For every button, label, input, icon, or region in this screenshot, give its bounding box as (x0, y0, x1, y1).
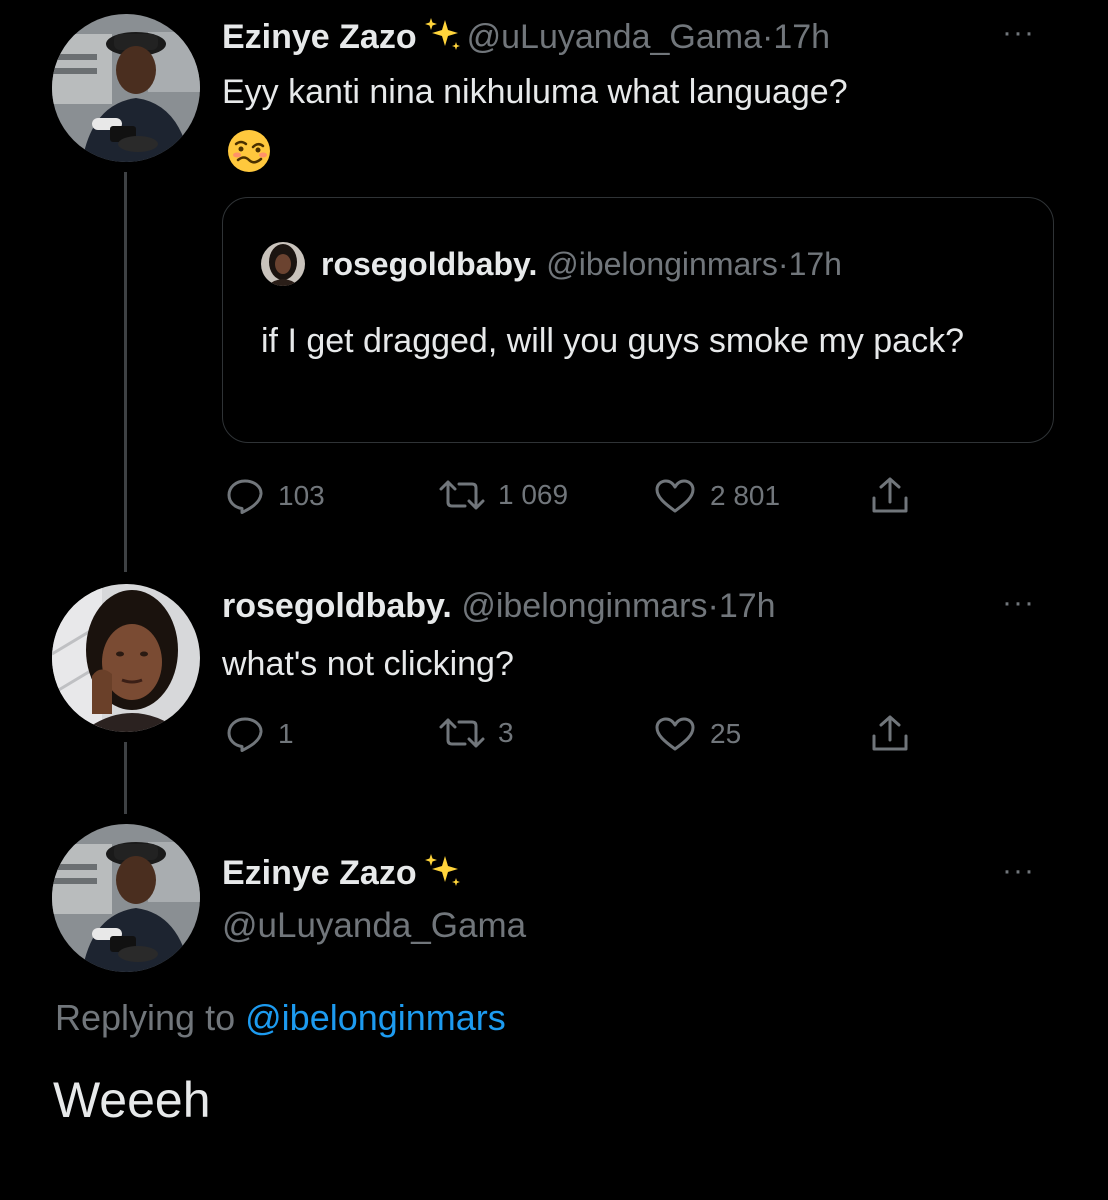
sparkles-icon (423, 16, 463, 61)
timestamp[interactable]: 17h (719, 587, 776, 625)
quoted-timestamp[interactable]: 17h (789, 246, 842, 282)
replying-mention-link[interactable]: @ibelonginmars (245, 997, 506, 1038)
replying-to: Replying to @ibelonginmars (55, 996, 506, 1040)
retweet-button[interactable]: 3 (438, 716, 514, 750)
retweet-count: 3 (498, 717, 514, 748)
quoted-display-name[interactable]: rosegoldbaby. (321, 246, 537, 282)
quoted-text: if I get dragged, will you guys smoke my… (261, 322, 964, 360)
tweet-text: what's not clicking? (222, 645, 514, 683)
retweet-icon (438, 716, 486, 750)
like-count: 2 801 (710, 480, 781, 511)
woozy-face-icon (226, 128, 272, 174)
reply-count: 103 (278, 480, 325, 511)
reply-icon (226, 478, 264, 514)
like-button[interactable]: 25 (654, 716, 741, 752)
separator-dot: · (761, 18, 774, 56)
retweet-icon (438, 478, 486, 512)
share-icon (870, 476, 910, 516)
display-name[interactable]: Ezinye Zazo (222, 18, 417, 56)
tweet-header: Ezinye Zazo @uLuyanda_Gama·17h (222, 16, 830, 61)
sparkles-icon (423, 852, 463, 897)
reply-count: 1 (278, 718, 294, 749)
quoted-header: rosegoldbaby. @ibelonginmars·17h (321, 244, 842, 284)
reply-button[interactable]: 103 (226, 478, 325, 514)
more-icon[interactable]: ··· (1002, 856, 1035, 886)
like-button[interactable]: 2 801 (654, 478, 780, 514)
tweet-text: Eyy kanti nina nikhuluma what language? (222, 73, 848, 111)
display-name[interactable]: rosegoldbaby. (222, 587, 452, 625)
retweet-button[interactable]: 1 069 (438, 478, 568, 512)
separator-dot: · (707, 587, 719, 625)
quoted-avatar[interactable] (261, 242, 305, 286)
display-name[interactable]: Ezinye Zazo (222, 854, 417, 892)
more-icon[interactable]: ··· (1002, 18, 1035, 48)
like-icon (654, 716, 696, 752)
timestamp[interactable]: 17h (773, 18, 830, 56)
reply-icon (226, 716, 264, 752)
more-icon[interactable]: ··· (1002, 588, 1035, 618)
share-icon (870, 714, 910, 754)
like-icon (654, 478, 696, 514)
handle[interactable]: @ibelonginmars (461, 587, 707, 625)
thread-line-1 (124, 172, 127, 572)
tweet-text: Weeeh (53, 1072, 211, 1128)
tweet-header: Ezinye Zazo (222, 852, 467, 897)
share-button[interactable] (870, 714, 910, 754)
quoted-handle[interactable]: @ibelonginmars (546, 246, 778, 282)
avatar[interactable] (52, 584, 200, 732)
retweet-count: 1 069 (498, 479, 569, 510)
avatar[interactable] (52, 824, 200, 972)
reply-button[interactable]: 1 (226, 716, 294, 752)
thread-line-2 (124, 742, 127, 814)
replying-prefix: Replying to (55, 997, 236, 1038)
share-button[interactable] (870, 476, 910, 516)
avatar[interactable] (52, 14, 200, 162)
handle[interactable]: @uLuyanda_Gama (467, 18, 762, 56)
like-count: 25 (710, 718, 742, 749)
tweet-header: rosegoldbaby. @ibelonginmars·17h (222, 586, 776, 626)
handle[interactable]: @uLuyanda_Gama (222, 906, 526, 946)
separator-dot: · (777, 246, 789, 282)
quoted-tweet[interactable]: rosegoldbaby. @ibelonginmars·17h if I ge… (222, 197, 1054, 443)
